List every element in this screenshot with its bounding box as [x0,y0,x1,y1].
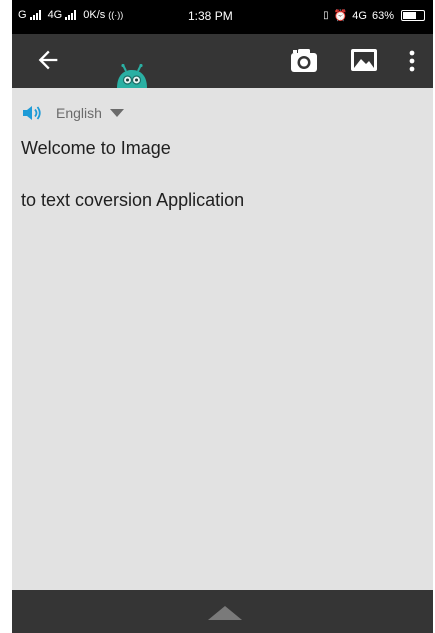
network-type-label: 4G [47,9,63,21]
hotspot-icon: ((·)) [108,10,124,20]
status-left: G 4G 0K/s ((·)) [18,9,123,21]
network-type-right: 4G [352,9,367,22]
signal-strength-icon [29,10,41,20]
text-line-2: to text coversion Application [21,190,245,210]
battery-percent: 63% [371,9,394,22]
phone-screen: G 4G 0K/s ((·)) 1:38 PM ▯ ⏰ 4G 63% Engli… [12,0,433,633]
gallery-image-icon[interactable] [350,48,378,72]
text-line-1: Welcome to Image [21,138,171,158]
battery-icon [401,10,425,21]
app-bar [12,34,433,88]
bottom-bar [12,590,433,633]
camera-icon[interactable] [290,47,318,73]
signal-strength-icon-2 [65,10,77,20]
speaker-icon[interactable] [22,105,42,121]
data-speed-label: 0K/s [83,9,106,21]
alarm-icon: ⏰ [333,10,348,22]
vibrate-icon: ▯ [323,10,329,21]
caret-down-icon[interactable] [109,109,124,117]
language-label[interactable]: English [56,105,102,121]
back-arrow-icon[interactable] [34,46,62,74]
status-bar: G 4G 0K/s ((·)) 1:38 PM ▯ ⏰ 4G 63% [12,0,433,34]
clock: 1:38 PM [188,9,233,23]
status-right: ▯ ⏰ 4G 63% [323,9,425,22]
more-vert-icon[interactable] [404,48,420,74]
recognized-text: Welcome to Image to text coversion Appli… [21,135,421,213]
language-selector[interactable]: English [22,103,124,123]
carrier-label: G [18,9,27,21]
caret-up-icon[interactable] [208,606,242,620]
robot-mascot-icon [117,64,147,88]
